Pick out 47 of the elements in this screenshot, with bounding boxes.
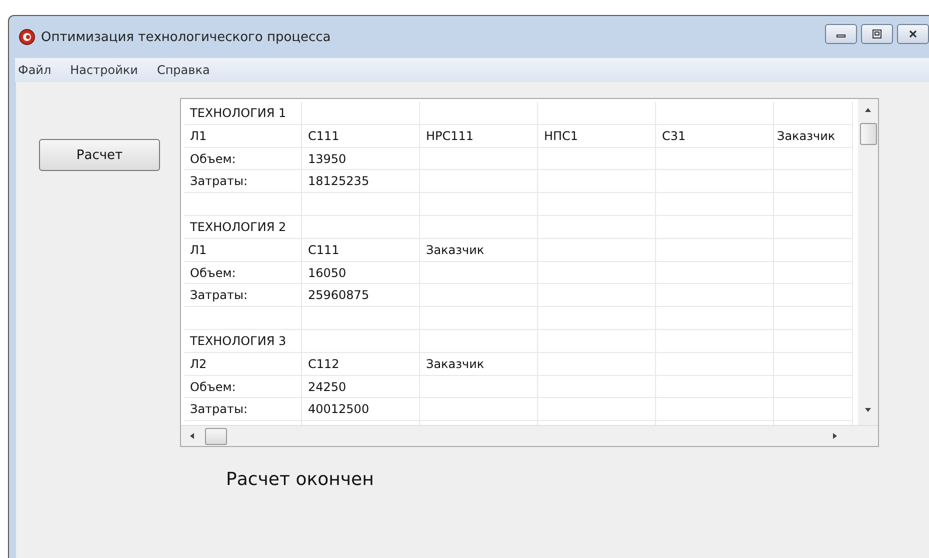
scroll-thumb[interactable]: [860, 123, 876, 145]
menu-item[interactable]: Файл: [18, 63, 52, 77]
grid-cell: 24250: [302, 376, 420, 398]
app-icon: [19, 29, 35, 45]
grid-cell: Затраты:: [184, 398, 302, 422]
calculate-button[interactable]: Расчет: [39, 139, 160, 171]
grid-cell: 25960875: [302, 284, 420, 308]
grid-cell: 40012500: [302, 398, 420, 422]
grid-cell: С111: [302, 124, 420, 148]
grid-cell: Объем:: [184, 262, 302, 284]
grid-cell: Л1: [184, 238, 302, 262]
grid-cell: С111: [302, 238, 420, 262]
grid-cell: Заказчик: [420, 238, 538, 262]
maximize-icon: [872, 29, 882, 39]
grid-cell: Заказчик: [420, 352, 538, 376]
menu-item[interactable]: Настройки: [70, 63, 138, 77]
window-title: Оптимизация технологического процесса: [41, 30, 331, 44]
grid-cell: С112: [302, 352, 420, 376]
grid-cell: Л2: [184, 352, 302, 376]
grid-cell: 18125235: [302, 170, 420, 194]
status-text: Расчет окончен: [226, 469, 375, 490]
scroll-right-icon[interactable]: [832, 432, 838, 440]
minimize-button[interactable]: [825, 24, 857, 44]
grid-cell: 13950: [302, 148, 420, 170]
menu-item[interactable]: Справка: [156, 63, 210, 77]
grid-cell: ТЕХНОЛОГИЯ 3: [184, 330, 302, 353]
scroll-down-icon[interactable]: [864, 407, 872, 413]
grid-cell: Затраты:: [184, 170, 302, 194]
grid-cell: Затраты:: [184, 284, 302, 308]
grid-cell: ТЕХНОЛОГИЯ 1: [184, 102, 302, 125]
grid-cell: Объем:: [184, 148, 302, 170]
horizontal-scrollbar[interactable]: [181, 425, 878, 446]
scroll-left-icon[interactable]: [189, 432, 195, 440]
scroll-up-icon[interactable]: [864, 107, 872, 113]
maximize-button[interactable]: [861, 24, 893, 44]
scroll-thumb[interactable]: [205, 428, 227, 444]
grid-cell: НРС111: [420, 124, 538, 148]
close-icon: [908, 29, 918, 39]
grid-cell: ТЕХНОЛОГИЯ 2: [184, 216, 302, 239]
grid-cell: Л1: [184, 124, 302, 148]
grid-cell: 16050: [302, 262, 420, 284]
grid-cell: НПС1: [538, 124, 656, 148]
close-button[interactable]: [897, 24, 929, 44]
grid-cell: Заказчик: [774, 124, 853, 148]
vertical-scrollbar[interactable]: [858, 99, 878, 425]
grid-cell: Объем:: [184, 376, 302, 398]
grid-cell: С31: [656, 124, 774, 148]
